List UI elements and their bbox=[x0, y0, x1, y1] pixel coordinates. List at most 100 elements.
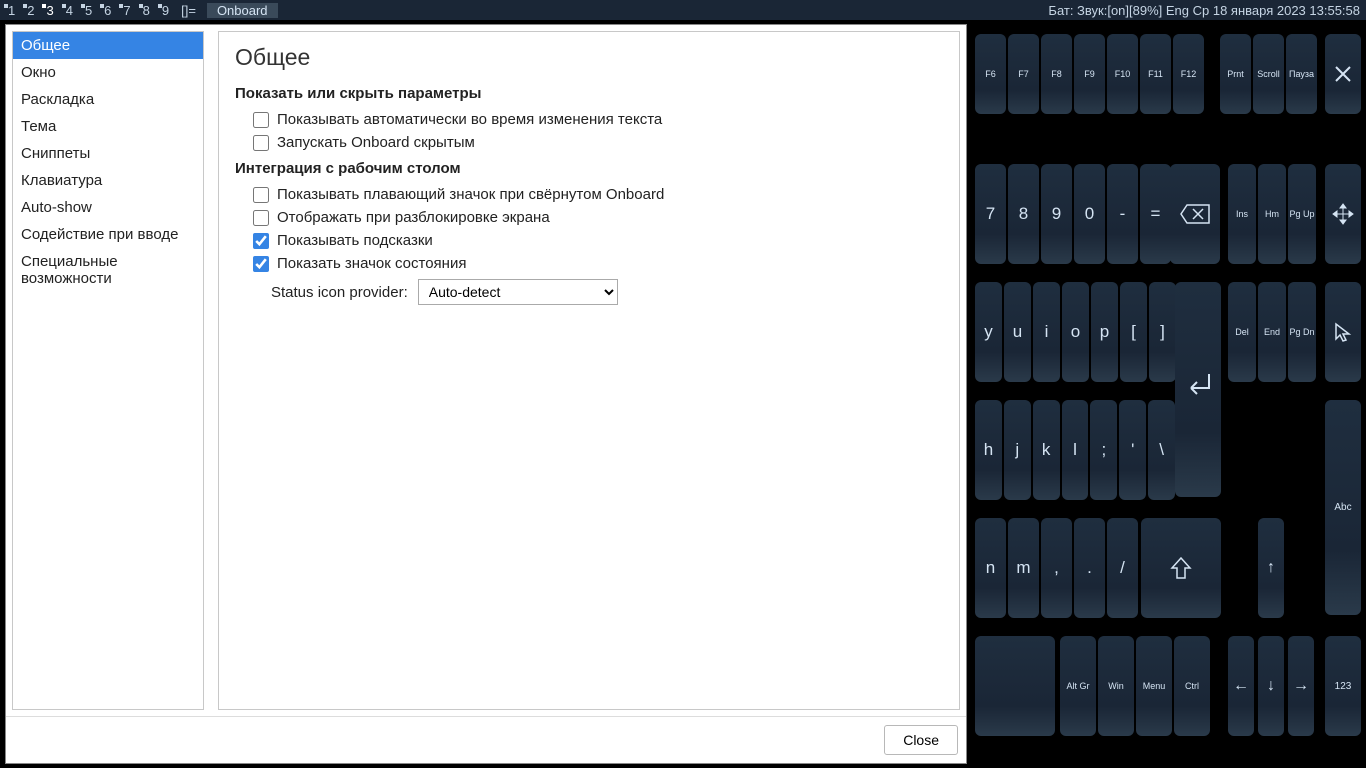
key-h[interactable]: h bbox=[975, 400, 1002, 500]
status-provider-select[interactable]: Auto-detect bbox=[418, 279, 618, 305]
key-PgDn[interactable]: Pg Dn bbox=[1288, 282, 1316, 382]
key-[interactable]: Пауза bbox=[1286, 34, 1317, 114]
checkbox-label: Запускать Onboard скрытым bbox=[277, 134, 475, 151]
workspace-8[interactable]: 8 bbox=[137, 3, 156, 18]
key-9[interactable]: 9 bbox=[1041, 164, 1072, 264]
numeric-key[interactable]: 123 bbox=[1325, 636, 1361, 736]
key-Hm[interactable]: Hm bbox=[1258, 164, 1286, 264]
workspace-1[interactable]: 1 bbox=[2, 3, 21, 18]
key-m[interactable]: m bbox=[1008, 518, 1039, 618]
key-y[interactable]: y bbox=[975, 282, 1002, 382]
move-icon[interactable] bbox=[1325, 164, 1361, 264]
sidebar-item-3[interactable]: Тема bbox=[13, 113, 203, 140]
key-AltGr[interactable]: Alt Gr bbox=[1060, 636, 1096, 736]
key-F11[interactable]: F11 bbox=[1140, 34, 1171, 114]
workspace-5[interactable]: 5 bbox=[79, 3, 98, 18]
sidebar-item-0[interactable]: Общее bbox=[13, 32, 203, 59]
key-[interactable]: ] bbox=[1149, 282, 1176, 382]
taskbar-app-title[interactable]: Onboard bbox=[207, 3, 278, 18]
key-7[interactable]: 7 bbox=[975, 164, 1006, 264]
key-Prnt[interactable]: Prnt bbox=[1220, 34, 1251, 114]
workspace-2[interactable]: 2 bbox=[21, 3, 40, 18]
close-button[interactable]: Close bbox=[884, 725, 958, 755]
key-n[interactable]: n bbox=[975, 518, 1006, 618]
key-Scroll[interactable]: Scroll bbox=[1253, 34, 1284, 114]
key-[interactable]: , bbox=[1041, 518, 1072, 618]
key-F7[interactable]: F7 bbox=[1008, 34, 1039, 114]
key-Menu[interactable]: Menu bbox=[1136, 636, 1172, 736]
arrow-down-key[interactable]: ↓ bbox=[1258, 636, 1284, 736]
key-[interactable]: . bbox=[1074, 518, 1105, 618]
workspace-7[interactable]: 7 bbox=[117, 3, 136, 18]
sidebar-item-8[interactable]: Специальные возможности bbox=[13, 248, 203, 292]
key-[interactable]: \ bbox=[1148, 400, 1175, 500]
key-p[interactable]: p bbox=[1091, 282, 1118, 382]
key-End[interactable]: End bbox=[1258, 282, 1286, 382]
sidebar-item-4[interactable]: Сниппеты bbox=[13, 140, 203, 167]
key-k[interactable]: k bbox=[1033, 400, 1060, 500]
key-[interactable]: = bbox=[1140, 164, 1171, 264]
key-[interactable]: - bbox=[1107, 164, 1138, 264]
arrow-up-key[interactable]: ↑ bbox=[1258, 518, 1284, 618]
checkbox-tooltips[interactable]: Показывать подсказки bbox=[235, 229, 943, 252]
key-[interactable]: ' bbox=[1119, 400, 1146, 500]
cursor-icon[interactable] bbox=[1325, 282, 1361, 382]
key-i[interactable]: i bbox=[1033, 282, 1060, 382]
key-j[interactable]: j bbox=[1004, 400, 1031, 500]
enter-key[interactable] bbox=[1175, 282, 1221, 497]
workspace-6[interactable]: 6 bbox=[98, 3, 117, 18]
num-row: 7890-= bbox=[975, 164, 1171, 264]
sidebar-item-6[interactable]: Auto-show bbox=[13, 194, 203, 221]
arrow-left-key[interactable]: ← bbox=[1228, 636, 1254, 736]
checkbox-status-icon[interactable]: Показать значок состояния bbox=[235, 252, 943, 275]
key-u[interactable]: u bbox=[1004, 282, 1031, 382]
checkbox-label: Показывать подсказки bbox=[277, 232, 433, 249]
checkbox-status-icon-input[interactable] bbox=[253, 256, 269, 272]
key-Ins[interactable]: Ins bbox=[1228, 164, 1256, 264]
key-o[interactable]: o bbox=[1062, 282, 1089, 382]
arrow-right-key[interactable]: → bbox=[1288, 636, 1314, 736]
checkbox-floating-icon[interactable]: Показывать плавающий значок при свёрнуто… bbox=[235, 183, 943, 206]
key-F6[interactable]: F6 bbox=[975, 34, 1006, 114]
key-[interactable]: ; bbox=[1090, 400, 1117, 500]
workspace-9[interactable]: 9 bbox=[156, 3, 175, 18]
close-keyboard-icon[interactable] bbox=[1325, 34, 1361, 114]
sidebar-item-7[interactable]: Содействие при вводе bbox=[13, 221, 203, 248]
workspace-4[interactable]: 4 bbox=[60, 3, 79, 18]
sidebar-item-1[interactable]: Окно bbox=[13, 59, 203, 86]
checkbox-floating-icon-input[interactable] bbox=[253, 187, 269, 203]
key-[interactable]: / bbox=[1107, 518, 1138, 618]
nav2: DelEndPg Dn bbox=[1228, 282, 1316, 382]
key-8[interactable]: 8 bbox=[1008, 164, 1039, 264]
sidebar-item-5[interactable]: Клавиатура bbox=[13, 167, 203, 194]
page-title: Общее bbox=[235, 44, 943, 71]
abc-key[interactable]: Abc bbox=[1325, 400, 1361, 615]
checkbox-auto-show[interactable]: Показывать автоматически во время измене… bbox=[235, 108, 943, 131]
key-Del[interactable]: Del bbox=[1228, 282, 1256, 382]
sidebar-item-2[interactable]: Раскладка bbox=[13, 86, 203, 113]
key-Win[interactable]: Win bbox=[1098, 636, 1134, 736]
key-F8[interactable]: F8 bbox=[1041, 34, 1072, 114]
key-F10[interactable]: F10 bbox=[1107, 34, 1138, 114]
workspace-3[interactable]: 3 bbox=[40, 3, 59, 18]
key-F12[interactable]: F12 bbox=[1173, 34, 1204, 114]
checkbox-auto-show-input[interactable] bbox=[253, 112, 269, 128]
backspace-key[interactable] bbox=[1170, 164, 1220, 264]
key-[interactable]: [ bbox=[1120, 282, 1147, 382]
key-PgUp[interactable]: Pg Up bbox=[1288, 164, 1316, 264]
shift-key[interactable] bbox=[1141, 518, 1221, 618]
key-F9[interactable]: F9 bbox=[1074, 34, 1105, 114]
workspace-extras: []= bbox=[175, 3, 202, 18]
key-Ctrl[interactable]: Ctrl bbox=[1174, 636, 1210, 736]
status-provider-row: Status icon provider: Auto-detect bbox=[235, 275, 943, 309]
checkbox-label: Отображать при разблокировке экрана bbox=[277, 209, 550, 226]
spacebar[interactable] bbox=[975, 636, 1055, 736]
fn-row: F6F7F8F9F10F11F12 bbox=[975, 34, 1204, 114]
key-0[interactable]: 0 bbox=[1074, 164, 1105, 264]
checkbox-start-hidden[interactable]: Запускать Onboard скрытым bbox=[235, 131, 943, 154]
checkbox-start-hidden-input[interactable] bbox=[253, 135, 269, 151]
checkbox-tooltips-input[interactable] bbox=[253, 233, 269, 249]
checkbox-unlock-screen[interactable]: Отображать при разблокировке экрана bbox=[235, 206, 943, 229]
key-l[interactable]: l bbox=[1062, 400, 1089, 500]
checkbox-unlock-screen-input[interactable] bbox=[253, 210, 269, 226]
